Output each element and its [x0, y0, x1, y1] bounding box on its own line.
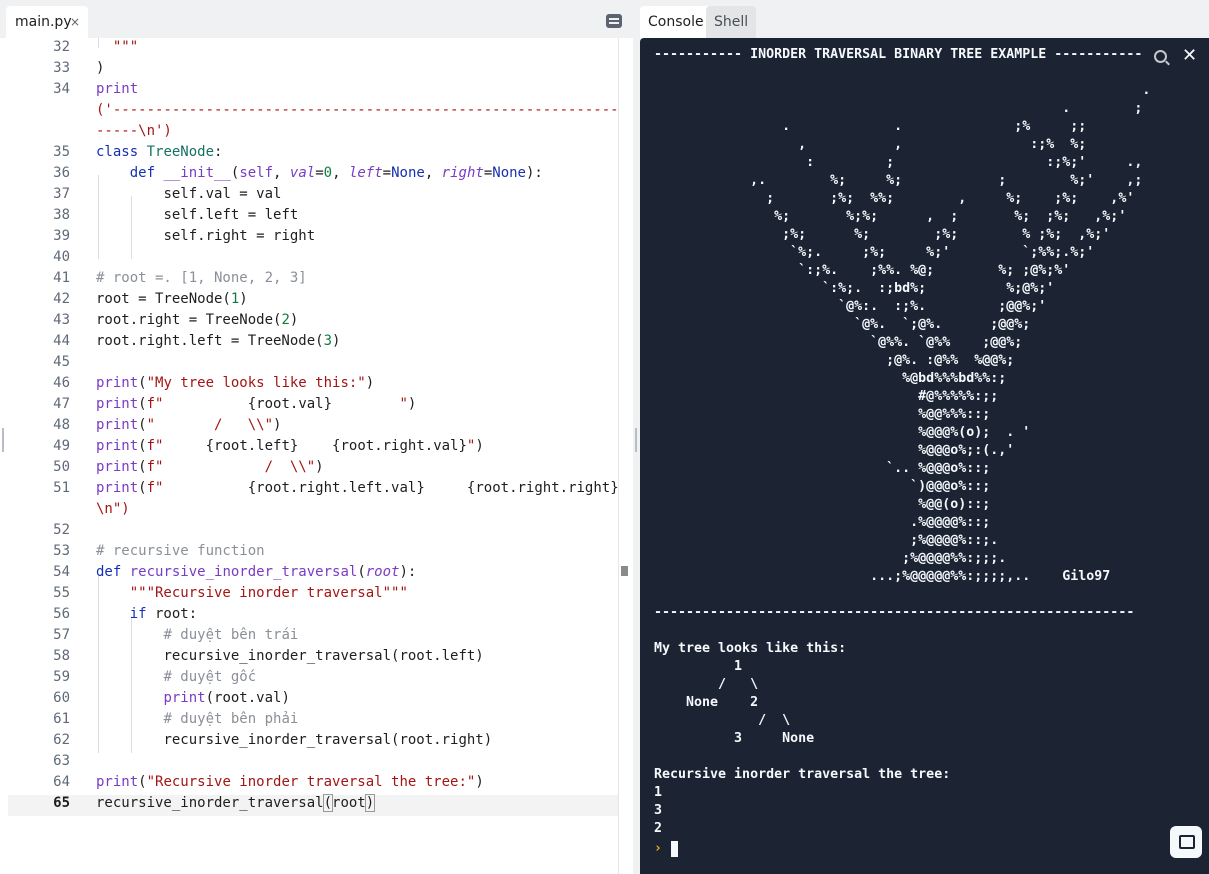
line-number: 65 — [53, 795, 70, 811]
editor-tab-bar: main.py × — [0, 0, 632, 38]
line-number: 52 — [53, 522, 70, 538]
code-line-65: recursive_inorder_traversal(root) — [96, 794, 376, 812]
console-toolbar: ✕ — [1150, 44, 1204, 70]
code-line-50: print(f" / \\") — [96, 459, 324, 475]
code-line-34: print — [96, 81, 139, 97]
line-number: 57 — [53, 627, 70, 643]
tab-console[interactable]: Console — [640, 6, 712, 38]
code-line-34-wrap: ('--------------------------------------… — [96, 102, 618, 118]
code-line-36: def __init__(self, val=0, left=None, rig… — [129, 165, 543, 181]
line-number: 38 — [53, 207, 70, 223]
line-number: 40 — [53, 249, 70, 265]
line-number: 60 — [53, 690, 70, 706]
line-number: 46 — [53, 375, 70, 391]
line-number: 54 — [53, 564, 70, 580]
code-line-34-wrap2: -----\n') — [96, 123, 172, 139]
line-number: 35 — [53, 144, 70, 160]
line-number: 37 — [53, 186, 70, 202]
line-number: 45 — [53, 354, 70, 370]
code-line-32: """ — [96, 39, 139, 55]
line-number: 34 — [53, 81, 70, 97]
line-number: 33 — [53, 60, 70, 76]
code-line-41: # root =. [1, None, 2, 3] — [96, 270, 307, 286]
code-line-61: # duyệt bên phải — [163, 711, 299, 727]
text-cursor — [671, 841, 678, 857]
code-line-47: print(f" {root.val} ") — [96, 396, 417, 412]
clear-icon[interactable]: ✕ — [1182, 46, 1197, 66]
code-line-57: # duyệt bên trái — [163, 627, 299, 643]
line-number: 56 — [53, 606, 70, 622]
prompt-chevron-icon: › — [654, 841, 662, 856]
code-line-51-wrap: \n") — [96, 501, 130, 517]
code-line-39: self.right = right — [163, 228, 316, 244]
line-number: 62 — [53, 732, 70, 748]
line-number: 59 — [53, 669, 70, 685]
line-number: 48 — [53, 417, 70, 433]
code-line-46: print("My tree looks like this:") — [96, 375, 375, 391]
line-number: 51 — [53, 480, 70, 496]
line-number: 50 — [53, 459, 70, 475]
line-number: 44 — [53, 333, 70, 349]
editor-scrollbar[interactable] — [618, 38, 633, 874]
code-line-60: print(root.val) — [163, 690, 290, 706]
line-number: 41 — [53, 270, 70, 286]
tab-shell[interactable]: Shell — [706, 6, 757, 38]
code-line-58: recursive_inorder_traversal(root.left) — [163, 648, 484, 664]
line-number: 36 — [53, 165, 70, 181]
code-line-42: root = TreeNode(1) — [96, 291, 248, 307]
code-line-53: # recursive function — [96, 543, 265, 559]
code-line-64: print("Recursive inorder traversal the t… — [96, 774, 484, 790]
close-tab-icon[interactable]: × — [70, 6, 80, 38]
code-line-38: self.left = left — [163, 207, 299, 223]
line-number: 39 — [53, 228, 70, 244]
line-number: 49 — [53, 438, 70, 454]
code-line-35: class TreeNode: — [96, 144, 223, 160]
code-line-54: def recursive_inorder_traversal(root): — [96, 564, 417, 580]
pane-resize-handle[interactable] — [635, 428, 637, 452]
code-line-62: recursive_inorder_traversal(root.right) — [163, 732, 493, 748]
code-line-48: print(" / \\") — [96, 417, 282, 433]
code-line-37: self.val = val — [163, 186, 282, 202]
code-line-59: # duyệt gốc — [163, 669, 257, 685]
code-line-33: ) — [96, 60, 105, 76]
chat-icon[interactable] — [1170, 826, 1202, 858]
layout-icon[interactable] — [606, 14, 622, 28]
editor-scrollbar-thumb[interactable] — [621, 566, 628, 576]
console-pane[interactable]: ----------- INORDER TRAVERSAL BINARY TRE… — [640, 38, 1209, 874]
code-area[interactable]: 32 33 34 35 36 37 38 39 40 41 42 43 44 45 46 47 48 49 50 51… — [0, 38, 618, 874]
left-resize-handle[interactable] — [2, 428, 4, 452]
file-tab-label: main.py — [15, 14, 72, 30]
code-editor-pane[interactable]: main.py × 32 33 34 35 36 37 38 39 40 41 42 43 44 45 46… — [0, 0, 633, 874]
code-line-56: if root: — [129, 606, 198, 622]
file-tab-main-py[interactable]: main.py × — [6, 6, 88, 38]
console-output: ----------- INORDER TRAVERSAL BINARY TRE… — [654, 47, 1151, 836]
line-number: 43 — [53, 312, 70, 328]
line-number: 63 — [53, 753, 70, 769]
line-number: 53 — [53, 543, 70, 559]
code-line-51: print(f" {root.right.left.val} {root.rig… — [96, 480, 618, 496]
chat-bubble-icon — [1179, 835, 1195, 849]
code-line-55: """Recursive inorder traversal""" — [129, 585, 408, 601]
line-number: 32 — [53, 39, 70, 55]
code-line-49: print(f" {root.left} {root.right.val}") — [96, 438, 484, 454]
line-number: 55 — [53, 585, 70, 601]
search-icon[interactable] — [1154, 50, 1167, 63]
code-line-44: root.right.left = TreeNode(3) — [96, 333, 341, 349]
line-number: 47 — [53, 396, 70, 412]
line-number: 42 — [53, 291, 70, 307]
line-number: 64 — [53, 774, 70, 790]
line-number: 58 — [53, 648, 70, 664]
code-line-43: root.right = TreeNode(2) — [96, 312, 299, 328]
line-number: 61 — [53, 711, 70, 727]
